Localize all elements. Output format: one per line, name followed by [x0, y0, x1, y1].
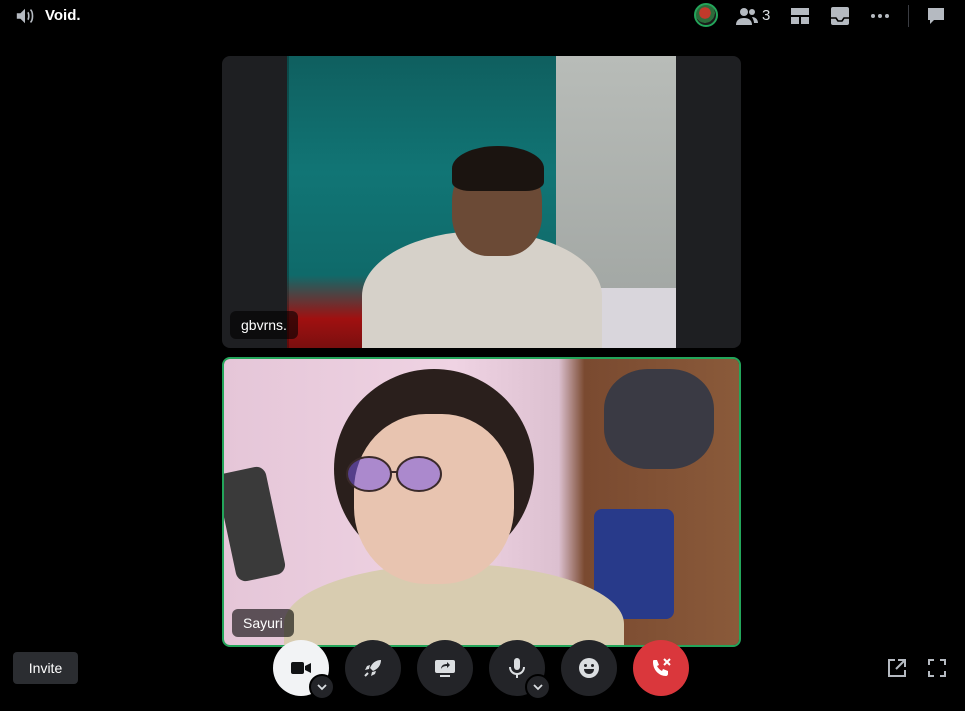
screen-share-button[interactable] [417, 640, 473, 696]
microphone-options-button[interactable] [525, 674, 551, 700]
video-feed [287, 56, 676, 348]
participant-name: Sayuri [232, 609, 294, 637]
chevron-down-icon [317, 684, 327, 691]
soundboard-button[interactable] [561, 640, 617, 696]
grid-layout-icon[interactable] [789, 5, 811, 27]
disconnect-button[interactable] [633, 640, 689, 696]
camera-button[interactable] [273, 640, 335, 700]
microphone-icon [509, 658, 525, 678]
participant-name: gbvrns. [230, 311, 298, 339]
smiley-icon [579, 658, 599, 678]
people-icon[interactable] [735, 6, 759, 26]
call-header: Void. 3 [0, 0, 965, 32]
video-tile-sayuri[interactable]: Sayuri [222, 357, 741, 647]
hang-up-icon [653, 658, 671, 676]
inbox-icon[interactable] [829, 5, 851, 27]
rocket-icon [364, 660, 381, 677]
participant-count: 3 [762, 7, 771, 24]
camera-icon [291, 662, 311, 674]
header-divider [908, 5, 909, 27]
activities-button[interactable] [345, 640, 401, 696]
video-feed [224, 359, 739, 645]
popout-icon[interactable] [886, 657, 908, 679]
speaker-icon [16, 8, 34, 24]
chevron-down-icon [533, 684, 543, 691]
microphone-button[interactable] [489, 640, 551, 700]
screen-share-icon [435, 660, 455, 677]
invite-button[interactable]: Invite [13, 652, 78, 684]
chat-icon[interactable] [925, 5, 947, 27]
camera-options-button[interactable] [309, 674, 335, 700]
avatar[interactable] [694, 3, 718, 27]
channel-name: Void. [45, 7, 81, 24]
more-icon[interactable] [869, 5, 891, 27]
video-tile-gbvrns[interactable]: gbvrns. [222, 56, 741, 348]
fullscreen-icon[interactable] [926, 657, 948, 679]
